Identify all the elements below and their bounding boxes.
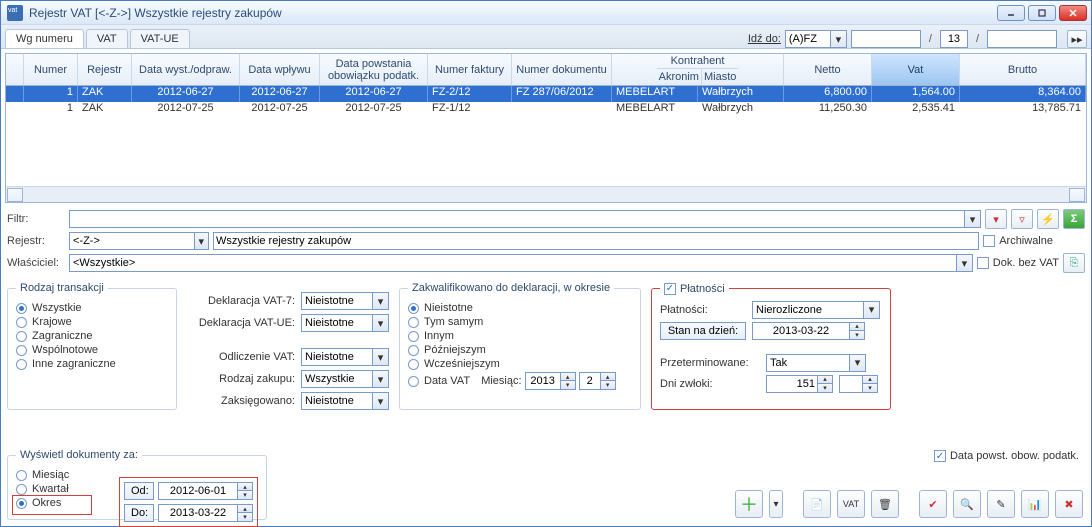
chart-button[interactable]: 📊 <box>1021 490 1049 518</box>
radio-wspólnotowe[interactable]: Wspólnotowe <box>16 344 168 356</box>
rejestr-combo[interactable]: ▾ <box>69 232 209 250</box>
platnosci-group: ✓Płatności Płatności:▾ Stan na dzień: ▴▾… <box>651 282 891 410</box>
zakw-nr[interactable]: ▴▾ <box>579 372 616 390</box>
filters-panel: Filtr: ▾ Rejestr: ▾ Archiwalne Właścicie… <box>1 207 1091 282</box>
preview-button[interactable]: 🔍 <box>953 490 981 518</box>
zakwalifikowano-group: Zakwalifikowano do deklaracji, w okresie… <box>399 282 641 410</box>
filter-build-button[interactable] <box>1011 209 1033 229</box>
przeterminowane-combo[interactable]: ▾ <box>766 354 866 372</box>
data-powst-checkbox[interactable]: ✓Data powst. obow. podatk. <box>934 450 1079 462</box>
dni-zwloki[interactable]: ▴▾ <box>766 375 833 393</box>
dekl-vatue[interactable]: ▾ <box>301 314 389 332</box>
goto-label: Idź do: <box>748 33 781 45</box>
stan-na-dzien-button[interactable]: Stan na dzień: <box>660 322 746 340</box>
radio-wcześniejszym[interactable]: Wcześniejszym <box>408 358 632 370</box>
dekl-vat7[interactable]: ▾ <box>301 292 389 310</box>
goto-input[interactable] <box>786 31 830 47</box>
goto-page[interactable] <box>940 30 968 48</box>
radio-okres[interactable]: Okres <box>16 497 96 509</box>
add-menu-button[interactable]: ▾ <box>769 490 783 518</box>
tabbar: Wg numeru VAT VAT-UE Idź do: ▾ / / ▸▸ <box>1 25 1091 49</box>
radio-data-vat[interactable]: Data VAT Miesiąc: ▴▾ ▴▾ <box>408 372 632 390</box>
goto-next-button[interactable]: ▸▸ <box>1067 30 1087 48</box>
stan-date[interactable]: ▴▾ <box>752 322 865 340</box>
rejestr-label: Rejestr: <box>7 235 65 247</box>
filter-apply-button[interactable] <box>985 209 1007 229</box>
scroll-right-icon[interactable] <box>1069 188 1085 202</box>
toolbar: ＋ ▾ 📄 VAT 🗑 ✔ 🔍 ✎ 📊 ✖ <box>735 490 1083 518</box>
radio-miesiąc[interactable]: Miesiąc <box>16 469 96 481</box>
do-date[interactable]: ▴▾ <box>158 504 253 522</box>
deklaracje-group: Deklaracja VAT-7:▾ Deklaracja VAT-UE:▾ O… <box>187 282 389 410</box>
od-date[interactable]: ▴▾ <box>158 482 253 500</box>
confirm-button[interactable]: ✔ <box>919 490 947 518</box>
radio-inne-zagraniczne[interactable]: Inne zagraniczne <box>16 358 168 370</box>
vat-button[interactable]: VAT <box>837 490 865 518</box>
edit-button[interactable]: ✎ <box>987 490 1015 518</box>
filter-label: Filtr: <box>7 213 65 225</box>
wlasciciel-combo[interactable]: ▾ <box>69 254 973 272</box>
filter-input[interactable] <box>70 211 964 227</box>
rejestr-desc <box>213 232 979 250</box>
tab-vat-ue[interactable]: VAT-UE <box>130 29 190 48</box>
wyswietl-dokumenty-group: Wyświetl dokumenty za: MiesiącKwartałOkr… <box>7 449 267 520</box>
add-button[interactable]: ＋ <box>735 490 763 518</box>
archiwalne-checkbox[interactable]: Archiwalne <box>983 235 1053 247</box>
rodzaj-transakcji-group: Rodzaj transakcji WszystkieKrajoweZagran… <box>7 282 177 410</box>
trash-button[interactable]: 🗑 <box>871 490 899 518</box>
odliczenie-vat[interactable]: ▾ <box>301 348 389 366</box>
od-button[interactable]: Od: <box>124 482 154 500</box>
radio-późniejszym[interactable]: Późniejszym <box>408 344 632 356</box>
tab-vat[interactable]: VAT <box>86 29 128 48</box>
app-icon <box>7 5 23 21</box>
sum-button[interactable] <box>1063 209 1085 229</box>
chevron-down-icon[interactable]: ▾ <box>830 31 846 47</box>
titlebar: Rejestr VAT [<-Z->] Wszystkie rejestry z… <box>1 1 1091 25</box>
radio-nieistotne[interactable]: Nieistotne <box>408 302 632 314</box>
wlasciciel-label: Właściciel: <box>7 257 65 269</box>
goto-field-1[interactable] <box>851 30 921 48</box>
extra-button[interactable]: ⎘ <box>1063 253 1085 273</box>
table-row[interactable]: 1ZAK2012-07-252012-07-252012-07-25FZ-1/1… <box>6 102 1086 118</box>
data-grid[interactable]: Numer Rejestr Data wyst./odpraw. Data wp… <box>5 53 1087 203</box>
zaksiegowano[interactable]: ▾ <box>301 392 389 410</box>
rodzaj-zakupu[interactable]: ▾ <box>301 370 389 388</box>
close-button[interactable] <box>1059 5 1087 21</box>
table-row[interactable]: 1ZAK2012-06-272012-06-272012-06-27FZ-2/1… <box>6 86 1086 102</box>
tab-wg-numeru[interactable]: Wg numeru <box>5 29 84 48</box>
grid-header: Numer Rejestr Data wyst./odpraw. Data wp… <box>6 54 1086 86</box>
dokbezvat-checkbox[interactable]: Dok. bez VAT <box>977 257 1059 269</box>
radio-kwartał[interactable]: Kwartał <box>16 483 96 495</box>
do-button[interactable]: Do: <box>124 504 154 522</box>
goto-combo[interactable]: ▾ <box>785 30 847 48</box>
filter-action-button[interactable] <box>1037 209 1059 229</box>
chevron-down-icon[interactable]: ▾ <box>964 211 980 227</box>
cancel-button[interactable]: ✖ <box>1055 490 1083 518</box>
radio-tym-samym[interactable]: Tym samym <box>408 316 632 328</box>
goto-field-2[interactable] <box>987 30 1057 48</box>
minimize-button[interactable] <box>997 5 1025 21</box>
scroll-left-icon[interactable] <box>7 188 23 202</box>
grid-scrollbar[interactable] <box>6 186 1086 202</box>
radio-krajowe[interactable]: Krajowe <box>16 316 168 328</box>
platnosci-combo[interactable]: ▾ <box>752 301 880 319</box>
maximize-button[interactable] <box>1028 5 1056 21</box>
radio-zagraniczne[interactable]: Zagraniczne <box>16 330 168 342</box>
dni-zwloki-2[interactable]: ▴▾ <box>839 375 878 393</box>
doc-button[interactable]: 📄 <box>803 490 831 518</box>
zakw-rok[interactable]: ▴▾ <box>525 372 576 390</box>
filter-combo[interactable]: ▾ <box>69 210 981 228</box>
window-title: Rejestr VAT [<-Z->] Wszystkie rejestry z… <box>29 6 997 20</box>
platnosci-checkbox[interactable]: ✓Płatności <box>664 283 725 295</box>
radio-innym[interactable]: Innym <box>408 330 632 342</box>
radio-wszystkie[interactable]: Wszystkie <box>16 302 168 314</box>
